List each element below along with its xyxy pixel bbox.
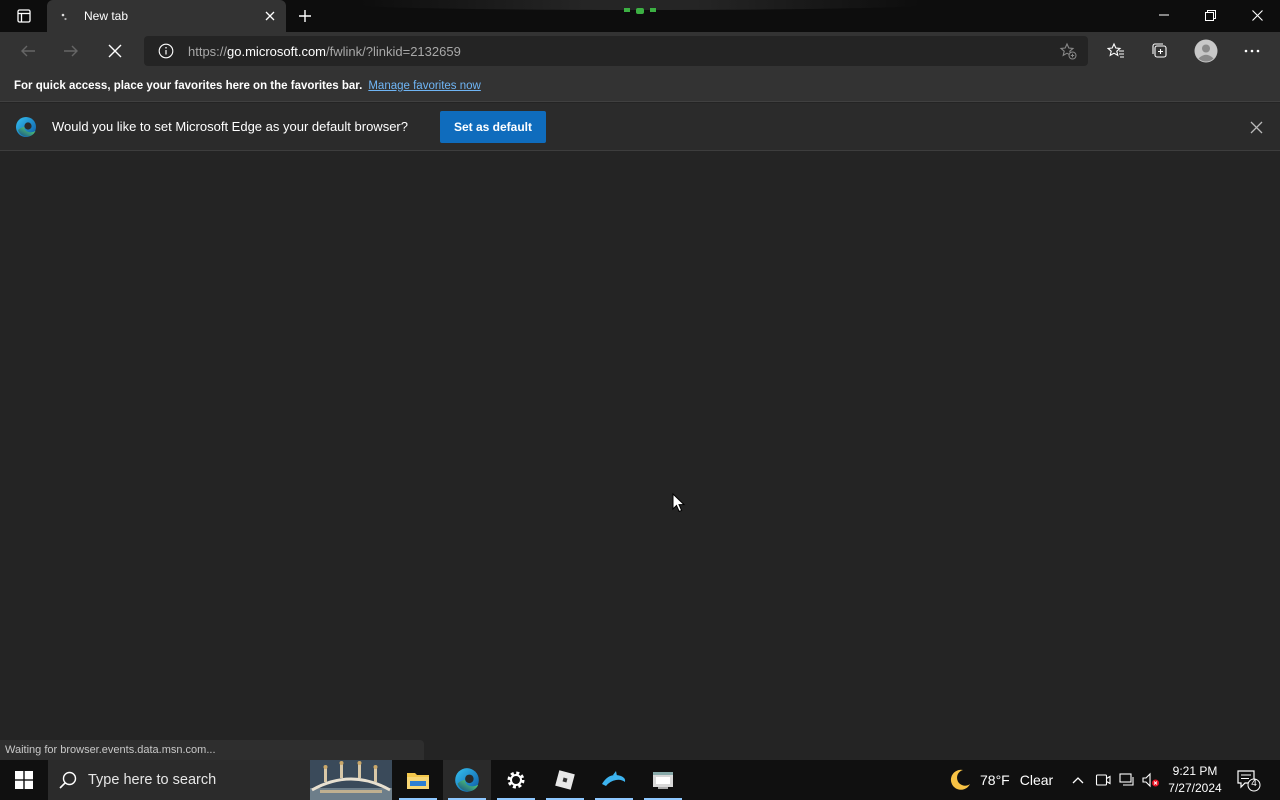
tray-volume-button[interactable] — [1141, 770, 1161, 790]
profile-button[interactable] — [1190, 35, 1222, 67]
volume-muted-icon — [1142, 772, 1159, 788]
taskbar-settings[interactable] — [492, 760, 540, 800]
edge-logo-icon — [455, 768, 479, 792]
tray-network-button[interactable] — [1117, 770, 1137, 790]
collections-button[interactable] — [1144, 35, 1176, 67]
clock-time: 9:21 PM — [1172, 764, 1218, 778]
roblox-icon — [555, 770, 575, 790]
add-favorite-button[interactable] — [1056, 39, 1080, 63]
address-url: https://go.microsoft.com/fwlink/?linkid=… — [188, 44, 461, 59]
forward-button[interactable] — [55, 35, 87, 67]
page-content[interactable] — [0, 152, 1280, 760]
tab-actions-button[interactable] — [10, 6, 38, 26]
weather-condition: Clear — [1019, 772, 1054, 788]
avatar — [1194, 39, 1218, 63]
url-path: /fwlink/?linkid=2132659 — [326, 43, 461, 59]
title-bar: New tab — [0, 0, 1280, 32]
plus-icon — [299, 10, 311, 22]
notification-count: 4 — [1251, 778, 1257, 789]
star-add-icon — [1059, 42, 1077, 60]
infobar-message: Would you like to set Microsoft Edge as … — [52, 119, 408, 134]
windows-logo-icon — [15, 771, 33, 789]
taskbar-file-explorer[interactable] — [394, 760, 442, 800]
infobar-close-button[interactable] — [1246, 117, 1266, 137]
manage-favorites-link[interactable]: Manage favorites now — [368, 80, 481, 92]
search-placeholder: Type here to search — [88, 772, 217, 788]
taskbar-roblox[interactable] — [541, 760, 589, 800]
site-info-button[interactable] — [154, 39, 178, 63]
tray-meet-button[interactable] — [1093, 770, 1113, 790]
gear-icon — [507, 771, 525, 789]
new-tab-button[interactable] — [292, 3, 318, 29]
taskbar-dolphin[interactable] — [590, 760, 638, 800]
arrow-left-icon — [21, 45, 35, 57]
tab-title: New tab — [84, 9, 129, 23]
weather-temperature: 78°F — [980, 772, 1010, 788]
tab-close-button[interactable] — [256, 2, 284, 30]
arrow-right-icon — [64, 45, 78, 57]
restore-icon — [1204, 9, 1216, 21]
restore-button[interactable] — [1187, 0, 1233, 30]
taskbar: Type here to search 78°F Clear 9:21 PM 7… — [0, 760, 1280, 800]
folder-icon — [407, 773, 429, 789]
address-bar[interactable]: https://go.microsoft.com/fwlink/?linkid=… — [144, 36, 1088, 66]
loading-spinner-icon — [61, 13, 67, 21]
minimize-icon — [1159, 14, 1169, 16]
taskbar-search-box[interactable]: Type here to search — [48, 760, 392, 800]
settings-more-button[interactable] — [1236, 35, 1268, 67]
info-icon — [158, 43, 174, 59]
action-center-button[interactable]: 4 — [1236, 768, 1262, 792]
app-window-icon — [653, 772, 673, 789]
collections-icon — [1152, 43, 1167, 58]
favorites-bar-message: For quick access, place your favorites h… — [14, 79, 363, 92]
close-icon — [1250, 121, 1262, 133]
close-icon — [1251, 9, 1263, 21]
chevron-up-icon — [1072, 777, 1084, 784]
default-browser-infobar: Would you like to set Microsoft Edge as … — [0, 103, 1280, 151]
favorites-button[interactable] — [1100, 35, 1132, 67]
moon-icon — [950, 769, 970, 790]
stop-loading-button[interactable] — [99, 35, 131, 67]
url-scheme: https:// — [188, 43, 228, 59]
clock-date: 7/27/2024 — [1168, 781, 1222, 795]
tab-actions-icon — [17, 9, 31, 23]
taskbar-app[interactable] — [639, 760, 687, 800]
url-host: go.microsoft.com — [227, 43, 327, 59]
set-as-default-button[interactable]: Set as default — [440, 111, 546, 143]
mouse-cursor-icon — [672, 493, 686, 513]
taskbar-microsoft-edge[interactable] — [443, 760, 491, 800]
taskbar-clock[interactable]: 9:21 PM 7/27/2024 — [1160, 763, 1230, 797]
close-icon — [108, 44, 122, 58]
notifications-icon — [1237, 770, 1261, 792]
browser-window: New tab https://go.microsoft.com/fwlink/… — [0, 0, 1280, 800]
search-highlight-image — [310, 760, 392, 800]
theme-decoration-lights — [624, 8, 656, 14]
camera-icon — [1095, 774, 1111, 786]
close-window-button[interactable] — [1234, 0, 1280, 30]
status-bubble: Waiting for browser.events.data.msn.com.… — [0, 740, 424, 760]
favorites-icon — [1107, 42, 1124, 58]
dolphin-icon — [602, 771, 626, 786]
back-button[interactable] — [12, 35, 44, 67]
more-icon — [1244, 49, 1260, 53]
favorites-bar: For quick access, place your favorites h… — [0, 70, 1280, 102]
weather-widget[interactable]: 78°F Clear — [948, 760, 1053, 800]
show-hidden-icons-button[interactable] — [1068, 770, 1088, 790]
edge-logo-icon — [16, 116, 36, 137]
search-icon — [59, 771, 77, 789]
minimize-button[interactable] — [1141, 0, 1187, 30]
start-button[interactable] — [0, 760, 48, 800]
network-icon — [1119, 773, 1134, 786]
tab-new-tab[interactable]: New tab — [47, 0, 286, 32]
close-icon — [265, 11, 275, 21]
